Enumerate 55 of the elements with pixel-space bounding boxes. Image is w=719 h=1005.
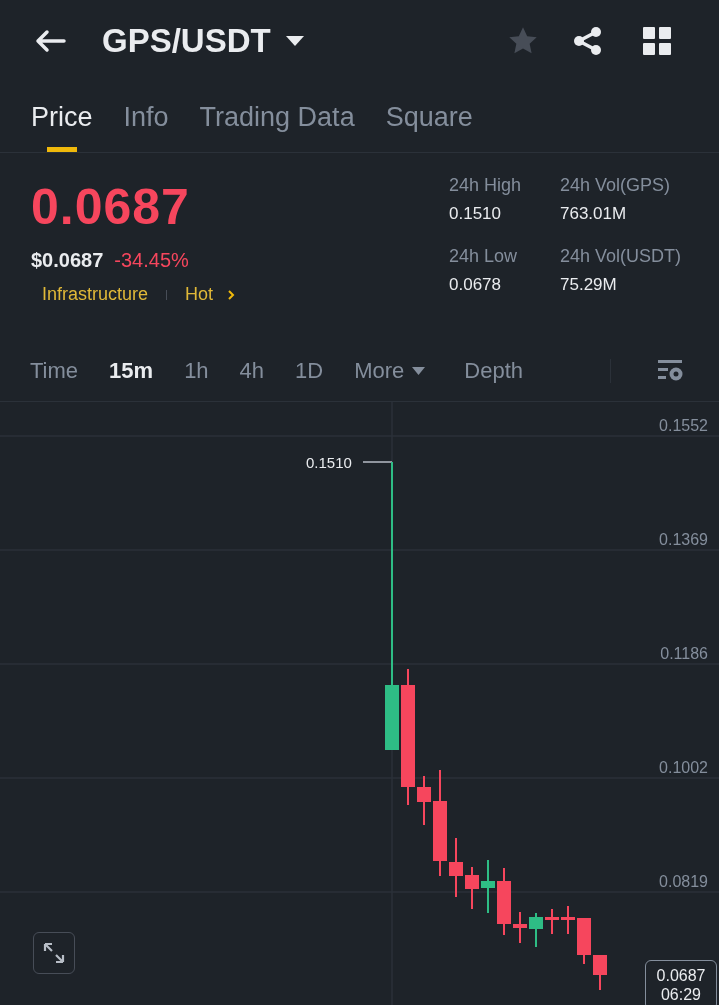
interval-tab[interactable]: More [354, 357, 426, 384]
last-price-label: 0.0687 [656, 966, 706, 985]
stat-label: 24h Vol(USDT) [560, 246, 683, 267]
interval-tab[interactable]: 4h [239, 357, 265, 384]
price-axis-label: 0.1552 [659, 417, 708, 434]
tab[interactable]: Info [123, 81, 169, 153]
share-icon[interactable] [573, 26, 603, 56]
stat-value: 763.01M [560, 204, 628, 224]
last-price: 0.0687 [31, 179, 191, 235]
candlestick [577, 917, 591, 965]
interval-tab[interactable]: 15m [109, 357, 154, 384]
chevron-icon[interactable] [227, 288, 236, 301]
interval-tab[interactable]: 1D [295, 357, 324, 384]
caret-icon[interactable] [284, 35, 305, 47]
stat-label: 24h Vol(GPS) [560, 175, 672, 196]
candlestick [513, 911, 527, 944]
price-axis-label: 0.1369 [659, 531, 708, 548]
stat-value: 0.0678 [449, 275, 502, 295]
stat-value: 75.29M [560, 275, 618, 295]
tag-link[interactable]: Infrastructure [42, 284, 149, 305]
stat-label: 24h Low [449, 246, 519, 267]
tab[interactable]: Square [385, 81, 473, 153]
price-axis-label: 0.1002 [659, 759, 708, 776]
candlestick [481, 859, 495, 914]
candlestick [561, 905, 575, 935]
interval-tab[interactable]: Time [30, 357, 79, 384]
pair-title[interactable]: GPS/USDT [102, 22, 271, 60]
expand-icon [42, 941, 66, 965]
caret-icon [412, 366, 426, 375]
leader-line [362, 461, 393, 463]
candlestick [417, 775, 431, 826]
expand-button[interactable] [33, 932, 75, 974]
high-marker-label: 0.1510 [306, 454, 352, 471]
countdown-label: 06:29 [660, 985, 701, 1004]
interval-tab[interactable]: 1h [184, 357, 209, 384]
stat-value: 0.1510 [449, 204, 502, 224]
candlestick [545, 908, 559, 935]
candlestick [529, 912, 543, 948]
interval-tab[interactable]: Depth [464, 357, 524, 384]
tab[interactable]: Price [31, 81, 93, 153]
star-icon[interactable] [507, 26, 539, 56]
tag-link[interactable]: Hot [185, 284, 214, 305]
price-axis-label: 0.1186 [660, 645, 708, 662]
grid-icon[interactable] [643, 27, 671, 55]
tab[interactable]: Trading Data [199, 81, 355, 153]
candlestick [497, 867, 511, 936]
candlestick [449, 837, 463, 898]
stat-label: 24h High [449, 175, 523, 196]
candlestick [593, 954, 607, 991]
back-arrow-icon[interactable] [34, 29, 66, 53]
price-axis-label: 0.0819 [659, 873, 708, 890]
price-change: -34.45% [114, 249, 189, 272]
chart-settings-icon[interactable] [658, 359, 684, 382]
candlestick [465, 866, 479, 910]
usd-price: $0.0687 [31, 249, 104, 272]
